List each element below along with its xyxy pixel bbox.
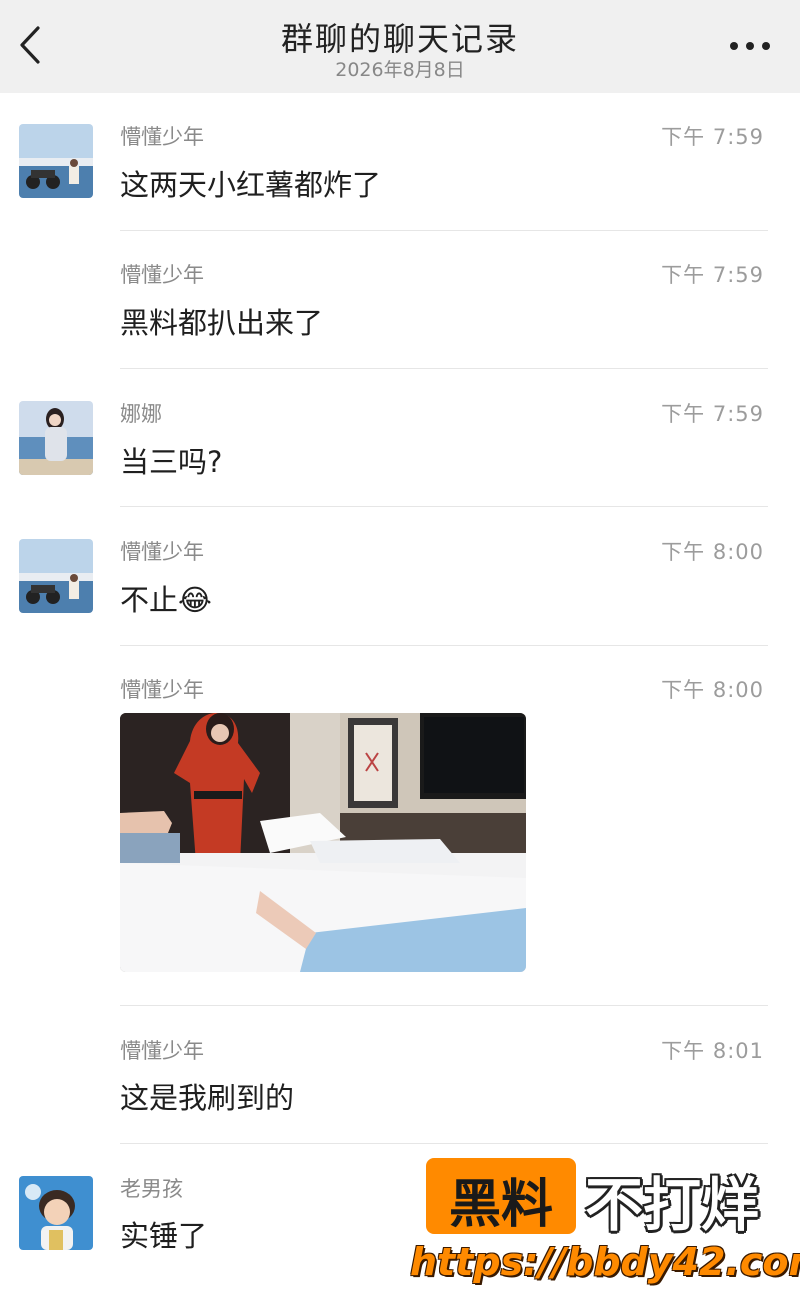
watermark-url: https://bbdy42.com: [410, 1240, 800, 1284]
sender-name: 懵懂少年: [120, 1039, 204, 1063]
message-text[interactable]: 当三吗?: [120, 439, 222, 481]
message-time: 下午 7:59: [661, 402, 764, 426]
message-time: 下午 8:00: [661, 678, 764, 702]
divider: [120, 230, 768, 231]
message-time: 下午 7:59: [661, 125, 764, 149]
sender-name: 老男孩: [120, 1177, 183, 1201]
sender-name: 懵懂少年: [120, 678, 204, 702]
hotel-room-photo: [120, 713, 526, 972]
avatar-woman-seaside-image: [19, 401, 93, 475]
sender-name: 懵懂少年: [120, 540, 204, 564]
avatar[interactable]: [19, 539, 93, 613]
divider: [120, 645, 768, 646]
more-dots-icon: [730, 42, 770, 50]
divider: [120, 506, 768, 507]
message-text[interactable]: 这是我刷到的: [120, 1075, 294, 1117]
divider: [120, 1005, 768, 1006]
message-text[interactable]: 不止😂: [120, 577, 212, 619]
avatar[interactable]: [19, 124, 93, 198]
message-text-content: 不止: [120, 583, 179, 617]
more-button[interactable]: [722, 34, 778, 58]
sender-name: 懵懂少年: [120, 125, 204, 149]
message-time: 下午 8:01: [661, 1039, 764, 1063]
divider: [120, 1143, 768, 1144]
message-text[interactable]: 实锤了: [120, 1213, 207, 1255]
sender-name: 娜娜: [120, 402, 162, 426]
chat-header: 群聊的聊天记录 2026年8月8日: [0, 0, 800, 93]
divider: [120, 368, 768, 369]
watermark-logo-text: 黑料: [448, 1175, 553, 1235]
message-text[interactable]: 这两天小红薯都炸了: [120, 162, 381, 204]
chat-date: 2026年8月8日: [335, 59, 465, 81]
avatar-motorcycle-image: [19, 539, 93, 613]
laughing-emoji-icon: 😂: [178, 583, 212, 617]
sender-name: 懵懂少年: [120, 263, 204, 287]
message-text[interactable]: 黑料都扒出来了: [120, 300, 323, 342]
message-time: 下午 8:00: [661, 540, 764, 564]
avatar-cartoon-boy-image: [19, 1176, 93, 1250]
watermark-text: 不打烊: [585, 1171, 760, 1239]
avatar[interactable]: [19, 1176, 93, 1250]
avatar-motorcycle-image: [19, 124, 93, 198]
avatar[interactable]: [19, 401, 93, 475]
chat-title: 群聊的聊天记录: [280, 20, 519, 58]
message-photo[interactable]: [120, 713, 526, 972]
watermark-logo: 黑料: [426, 1158, 576, 1235]
message-time: 下午 7:59: [661, 263, 764, 287]
